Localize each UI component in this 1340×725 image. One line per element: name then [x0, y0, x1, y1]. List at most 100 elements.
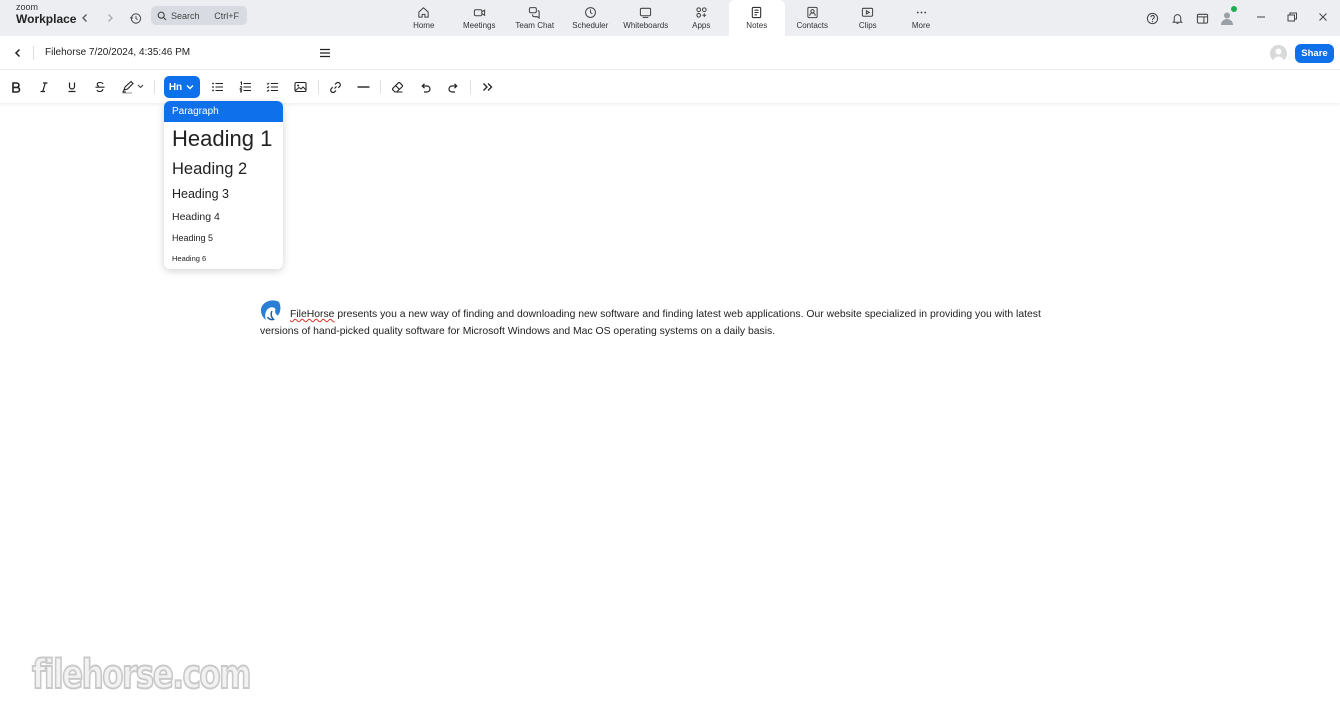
- menu-item-heading-2[interactable]: Heading 2: [164, 157, 283, 181]
- tab-label: Apps: [692, 21, 711, 30]
- chevron-down-icon: [186, 85, 194, 90]
- calendar-panel-icon[interactable]: [1193, 9, 1211, 27]
- bell-icon[interactable]: [1168, 9, 1186, 27]
- tab-label: Clips: [858, 21, 877, 30]
- heading-style-button[interactable]: Hn: [164, 76, 200, 98]
- bold-button[interactable]: [8, 79, 24, 95]
- menu-item-heading-5[interactable]: Heading 5: [164, 230, 283, 247]
- search-shortcut: Ctrl+F: [214, 10, 239, 21]
- tab-contacts[interactable]: Contacts: [785, 0, 841, 36]
- share-button[interactable]: Share: [1295, 44, 1334, 63]
- app-logo: zoom Workplace: [16, 2, 77, 26]
- redo-icon: [447, 82, 458, 93]
- history-icon[interactable]: [126, 9, 144, 27]
- contacts-icon: [807, 6, 818, 19]
- tab-clips[interactable]: Clips: [840, 0, 896, 36]
- misspelled-word[interactable]: FileHorse: [290, 309, 334, 320]
- heading-style-menu: Paragraph Heading 1 Heading 2 Heading 3 …: [164, 101, 283, 269]
- underline-icon: [68, 82, 76, 93]
- tab-label: More: [911, 21, 931, 30]
- eraser-icon: [391, 81, 403, 93]
- underline-button[interactable]: [64, 79, 80, 95]
- toolbar-divider: [470, 80, 471, 94]
- back-button[interactable]: [11, 46, 25, 60]
- tab-label: Team Chat: [515, 21, 555, 30]
- notes-icon: [752, 6, 762, 19]
- bulleted-list-button[interactable]: [209, 79, 225, 95]
- redo-button[interactable]: [445, 79, 461, 95]
- double-chevron-right-icon: [482, 83, 492, 91]
- toolbar-divider: [318, 80, 319, 94]
- heading-button-label: Hn: [168, 81, 183, 93]
- menu-item-heading-1[interactable]: Heading 1: [164, 123, 283, 155]
- document-header: Filehorse 7/20/2024, 4:35:46 PM Share: [0, 36, 1340, 70]
- numbered-list-icon: [238, 81, 251, 93]
- menu-item-paragraph[interactable]: Paragraph: [164, 101, 283, 122]
- strikethrough-button[interactable]: [92, 79, 108, 95]
- title-bar: zoom Workplace Search Ctrl+F Home Meetin…: [0, 0, 1340, 36]
- divider: [33, 46, 34, 60]
- bulleted-list-icon: [211, 82, 223, 92]
- menu-item-heading-6[interactable]: Heading 6: [164, 251, 283, 267]
- apps-icon: [696, 7, 707, 18]
- italic-button[interactable]: [36, 79, 52, 95]
- tab-label: Notes: [746, 21, 768, 30]
- help-icon[interactable]: [1143, 9, 1161, 27]
- tab-scheduler[interactable]: Scheduler: [563, 0, 619, 36]
- italic-icon: [40, 82, 48, 93]
- menu-item-heading-3[interactable]: Heading 3: [164, 184, 283, 204]
- image-icon: [293, 81, 307, 93]
- undo-button[interactable]: [417, 79, 433, 95]
- tab-meetings[interactable]: Meetings: [452, 0, 508, 36]
- tab-home[interactable]: Home: [396, 0, 452, 36]
- checklist-icon: [266, 82, 278, 92]
- insert-image-button[interactable]: [292, 79, 308, 95]
- forward-arrow-icon[interactable]: [101, 9, 119, 27]
- brand-name: Workplace: [16, 12, 77, 26]
- video-camera-icon: [473, 9, 485, 17]
- undo-icon: [420, 82, 431, 93]
- numbered-list-button[interactable]: [237, 79, 253, 95]
- checklist-button[interactable]: [264, 79, 280, 95]
- horizontal-rule-icon: [357, 86, 369, 88]
- tab-notes[interactable]: Notes: [729, 0, 785, 36]
- minimize-icon[interactable]: [1253, 9, 1269, 25]
- tab-whiteboards[interactable]: Whiteboards: [618, 0, 674, 36]
- bold-icon: [12, 82, 21, 93]
- clock-icon: [584, 7, 596, 18]
- tab-apps[interactable]: Apps: [674, 0, 730, 36]
- restore-icon[interactable]: [1284, 9, 1300, 25]
- insert-link-button[interactable]: [327, 79, 343, 95]
- tab-team-chat[interactable]: Team Chat: [507, 0, 563, 36]
- strikethrough-icon: [95, 81, 105, 93]
- more-dots-icon: [916, 11, 926, 14]
- highlighter-icon: [122, 80, 144, 94]
- outline-menu-button[interactable]: [318, 46, 332, 60]
- close-icon[interactable]: [1315, 9, 1331, 25]
- clips-icon: [862, 7, 874, 17]
- back-arrow-icon[interactable]: [76, 9, 94, 27]
- horizontal-rule-button[interactable]: [355, 79, 371, 95]
- search-icon: [157, 11, 167, 20]
- more-tools-button[interactable]: [479, 79, 495, 95]
- highlight-color-button[interactable]: [120, 79, 148, 95]
- collaborator-avatar[interactable]: [1270, 45, 1287, 62]
- search-placeholder: Search: [171, 10, 200, 21]
- toolbar-divider: [154, 80, 155, 94]
- chevron-left-icon: [14, 48, 21, 58]
- search-input[interactable]: Search Ctrl+F: [151, 6, 247, 25]
- document-title[interactable]: Filehorse 7/20/2024, 4:35:46 PM: [45, 47, 190, 58]
- whiteboard-icon: [640, 7, 652, 18]
- tab-label: Home: [413, 21, 435, 30]
- paragraph-text: presents you a new way of finding and do…: [260, 309, 1041, 337]
- document-paragraph[interactable]: FileHorse presents you a new way of find…: [260, 306, 1060, 340]
- tab-more[interactable]: More: [896, 0, 947, 36]
- hamburger-icon: [320, 48, 330, 58]
- brand-small: zoom: [16, 2, 39, 12]
- menu-item-heading-4[interactable]: Heading 4: [164, 208, 283, 226]
- clear-formatting-button[interactable]: [389, 79, 405, 95]
- watermark-text: filehorse.com: [32, 652, 250, 698]
- main-nav: Home Meetings Team Chat Scheduler Whiteb…: [396, 0, 947, 36]
- toolbar-divider: [380, 80, 381, 94]
- filehorse-watermark: filehorse.com: [30, 648, 254, 700]
